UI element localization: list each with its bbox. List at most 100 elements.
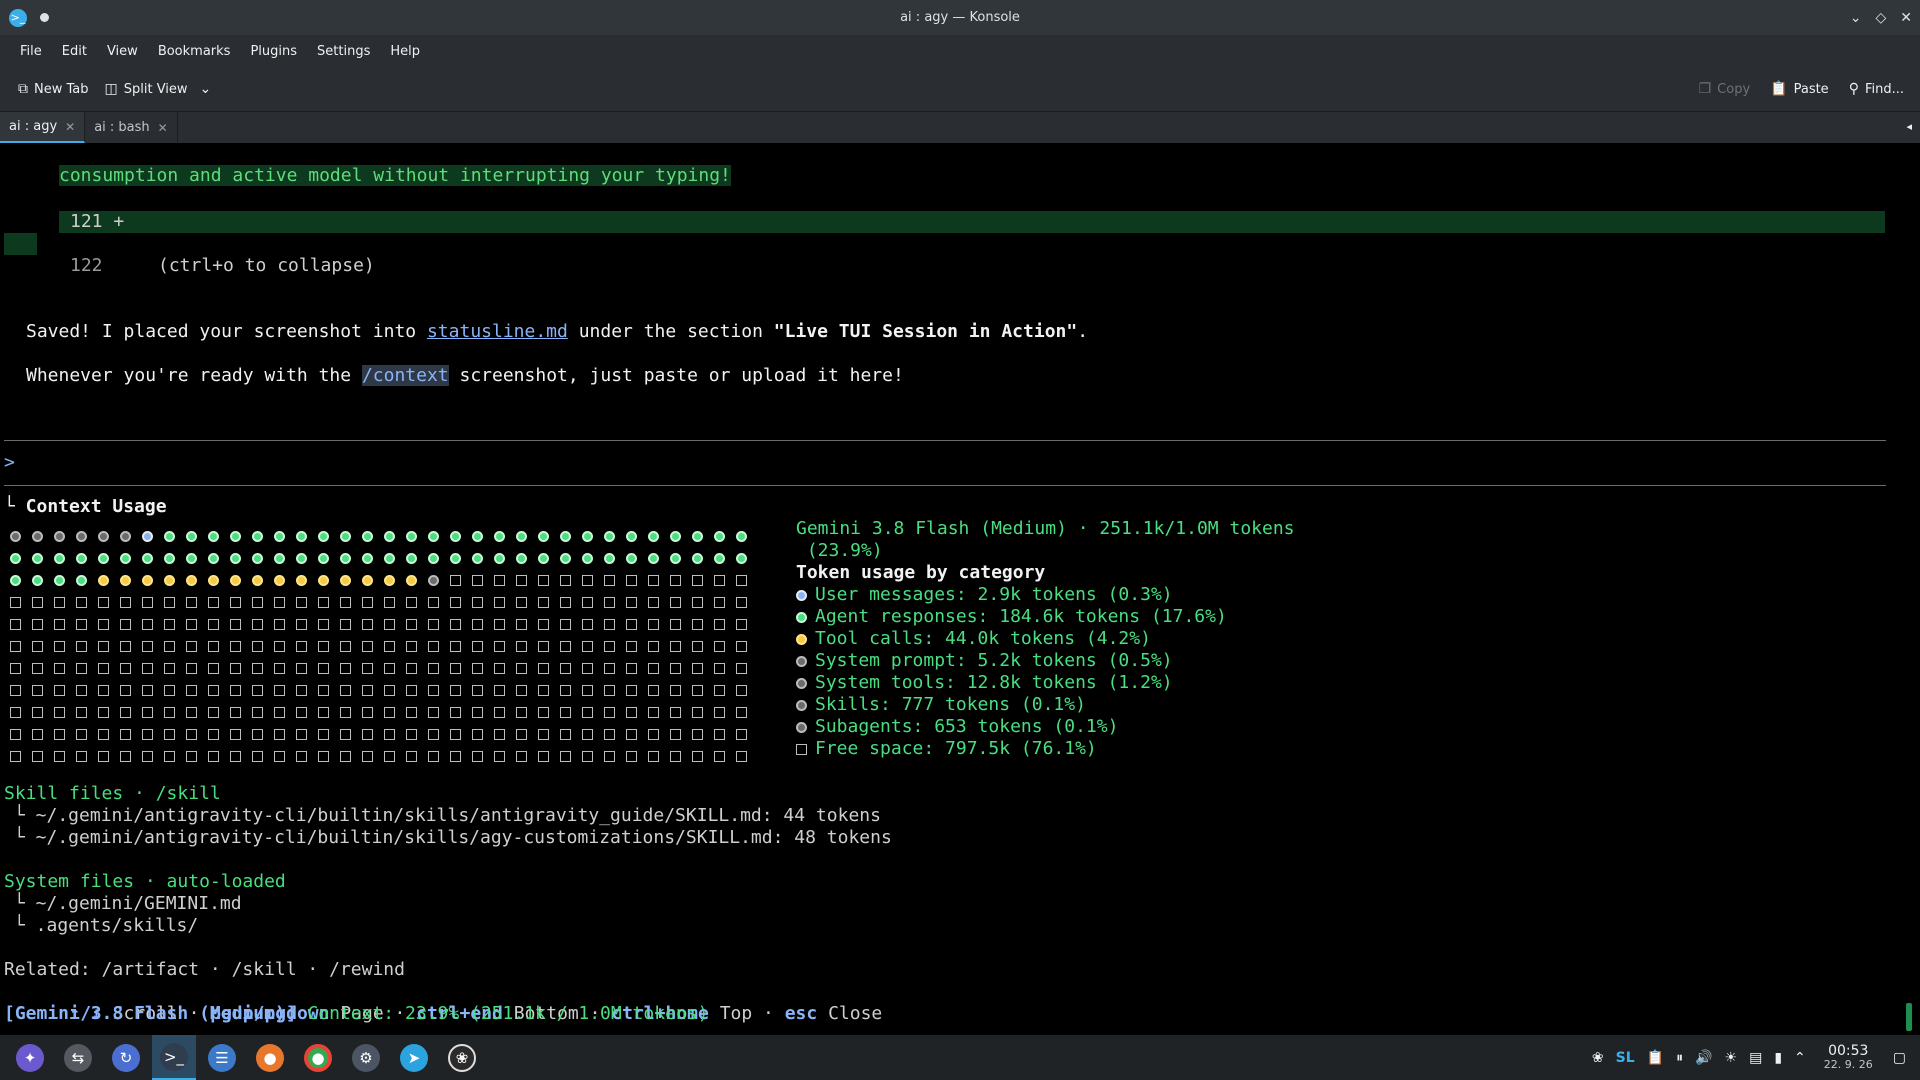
grid-cell-free — [180, 613, 202, 635]
scrollbar-indicator[interactable] — [1906, 1003, 1912, 1031]
system-file-item: └ .agents/skills/ — [14, 915, 199, 936]
menu-view[interactable]: View — [97, 44, 148, 59]
paste-icon: 📋 — [1770, 81, 1788, 97]
grid-cell-free — [356, 635, 378, 657]
grid-cell-free — [92, 679, 114, 701]
clock[interactable]: 00:53 22. 9. 26 — [1824, 1044, 1873, 1072]
find-button[interactable]: ⚲ Find... — [1841, 74, 1912, 104]
grid-cell-free — [246, 723, 268, 745]
grid-cell-free — [246, 657, 268, 679]
grid-cell-agent — [356, 525, 378, 547]
input-prompt[interactable]: > — [4, 452, 15, 474]
category-item: User messages: 2.9k tokens (0.3%) — [796, 584, 1173, 606]
grid-cell-tool — [246, 569, 268, 591]
statusline-link[interactable]: statusline.md — [427, 321, 568, 342]
grid-cell-free — [532, 745, 554, 767]
grid-cell-free — [708, 613, 730, 635]
grid-cell-free — [158, 723, 180, 745]
menu-bar: File Edit View Bookmarks Plugins Setting… — [0, 35, 1920, 67]
grid-cell-sys — [4, 525, 26, 547]
firefox-icon[interactable]: ● — [248, 1035, 292, 1080]
tab-ai-agy[interactable]: ai : agy ✕ — [0, 112, 86, 143]
chatgpt-icon[interactable]: ❀ — [440, 1035, 484, 1080]
task-manager-icon[interactable]: ⇆ — [56, 1035, 100, 1080]
terminal-view[interactable]: consumption and active model without int… — [0, 143, 1920, 1035]
menu-settings[interactable]: Settings — [307, 44, 380, 59]
app-launcher-icon[interactable]: ✦ — [8, 1035, 52, 1080]
grid-cell-free — [532, 635, 554, 657]
openai-tray-icon[interactable]: ❀ — [1592, 1050, 1604, 1066]
grid-cell-free — [730, 679, 752, 701]
taskbar: ✦ ⇆ ↻ >_ ☰ ● ● ⚙ ➤ ❀ ❀ SL 📋 ⏸ 🔊 ☀ ▤ ▮ ⌃ … — [0, 1035, 1920, 1080]
grid-cell-free — [202, 745, 224, 767]
menu-edit[interactable]: Edit — [52, 44, 97, 59]
saved-message: Saved! I placed your screenshot into sta… — [26, 321, 1089, 342]
close-icon[interactable]: ✕ — [1900, 10, 1912, 26]
grid-cell-free — [136, 745, 158, 767]
grid-row — [4, 701, 752, 723]
grid-cell-agent — [708, 525, 730, 547]
clipboard-icon[interactable]: 📋 — [1647, 1050, 1664, 1066]
system-settings-icon[interactable]: ⚙ — [344, 1035, 388, 1080]
maximize-icon[interactable]: ◇ — [1875, 10, 1886, 26]
grid-cell-free — [400, 745, 422, 767]
sl-tray-label[interactable]: SL — [1616, 1050, 1635, 1066]
new-tab-button[interactable]: ⧉ New Tab — [10, 74, 97, 104]
konsole-taskbar-icon[interactable]: >_ — [152, 1035, 196, 1080]
grid-cell-free — [488, 591, 510, 613]
grid-cell-free — [4, 679, 26, 701]
grid-cell-free — [4, 635, 26, 657]
grid-cell-free — [400, 635, 422, 657]
grid-cell-free — [180, 591, 202, 613]
grid-cell-free — [114, 591, 136, 613]
grid-cell-free — [26, 635, 48, 657]
grid-cell-free — [598, 701, 620, 723]
grid-cell-free — [642, 657, 664, 679]
battery-icon[interactable]: ▮ — [1774, 1050, 1782, 1066]
diff-gutter-marker — [4, 233, 37, 255]
grid-cell-free — [26, 679, 48, 701]
konsole-app-icon[interactable]: >_ — [9, 8, 27, 27]
minimize-icon[interactable]: ⌄ — [1850, 10, 1862, 26]
dolphin-icon[interactable]: ☰ — [200, 1035, 244, 1080]
keep-above-dot-icon[interactable] — [40, 13, 49, 22]
brightness-icon[interactable]: ☀ — [1725, 1050, 1738, 1066]
telegram-icon[interactable]: ➤ — [392, 1035, 436, 1080]
grid-cell-free — [598, 569, 620, 591]
grid-cell-agent — [642, 525, 664, 547]
grid-cell-free — [554, 613, 576, 635]
media-pause-icon[interactable]: ⏸ — [1676, 1050, 1683, 1066]
show-desktop-icon[interactable]: ▢ — [1893, 1050, 1906, 1066]
menu-plugins[interactable]: Plugins — [240, 44, 307, 59]
chrome-icon[interactable]: ● — [296, 1035, 340, 1080]
close-tab-icon[interactable]: ✕ — [158, 121, 168, 135]
grid-cell-free — [290, 723, 312, 745]
menu-bookmarks[interactable]: Bookmarks — [148, 44, 241, 59]
chevron-down-icon[interactable]: ⌄ — [200, 81, 212, 97]
grid-cell-free — [686, 679, 708, 701]
grid-cell-free — [422, 657, 444, 679]
grid-cell-agent — [158, 525, 180, 547]
tab-list-menu-icon[interactable]: ◂ — [1906, 120, 1912, 133]
close-tab-icon[interactable]: ✕ — [65, 120, 75, 134]
category-marker-icon — [796, 677, 807, 689]
copy-button[interactable]: ❐ Copy — [1691, 74, 1759, 104]
grid-cell-free — [48, 613, 70, 635]
tray-expand-icon[interactable]: ⌃ — [1794, 1050, 1806, 1066]
grid-cell-agent — [598, 525, 620, 547]
grid-cell-agent — [664, 547, 686, 569]
menu-help[interactable]: Help — [380, 44, 430, 59]
grid-cell-agent — [378, 547, 400, 569]
volume-icon[interactable]: 🔊 — [1695, 1050, 1712, 1066]
grid-cell-free — [158, 613, 180, 635]
grid-cell-free — [554, 745, 576, 767]
paste-button[interactable]: 📋 Paste — [1762, 74, 1837, 104]
grid-cell-free — [664, 591, 686, 613]
split-view-button[interactable]: ◫ Split View ⌄ — [97, 74, 220, 104]
grid-cell-free — [488, 723, 510, 745]
menu-file[interactable]: File — [10, 44, 52, 59]
browser-icon[interactable]: ↻ — [104, 1035, 148, 1080]
skill-files-header: Skill files · /skill — [4, 783, 221, 804]
tab-ai-bash[interactable]: ai : bash ✕ — [85, 112, 178, 143]
network-icon[interactable]: ▤ — [1749, 1050, 1762, 1066]
